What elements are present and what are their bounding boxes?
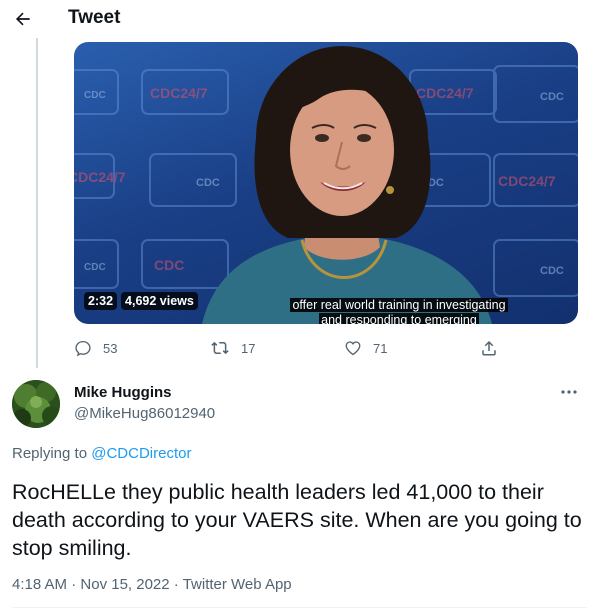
video-caption: offer real world training in investigati… [276, 298, 522, 324]
video-duration: 2:32 [84, 292, 118, 310]
reply-count: 53 [103, 340, 118, 356]
arrow-left-icon [15, 12, 30, 26]
share-button[interactable] [480, 337, 498, 359]
backdrop-logo-text: CDC24/7 [74, 169, 126, 185]
backdrop-logo-text: CDC24/7 [150, 85, 208, 101]
tweet-source[interactable]: Twitter Web App [183, 576, 292, 593]
meta-separator: · [71, 576, 77, 593]
meta-separator: · [173, 576, 179, 593]
backdrop-logo-text: CDC [154, 257, 184, 273]
retweet-count: 17 [241, 340, 256, 356]
reply-button[interactable]: 53 [74, 337, 117, 359]
tweet-text: RocHELLe they public health leaders led … [12, 480, 582, 560]
reply-icon [75, 340, 91, 357]
replying-to-line: Replying to @CDCDirector [12, 445, 191, 462]
tweet-timestamp-line: 4:18 AM · Nov 15, 2022 · Twitter Web App [12, 576, 292, 593]
retweet-button[interactable]: 17 [210, 337, 255, 359]
like-count: 71 [373, 340, 388, 356]
more-options-button[interactable] [556, 382, 582, 402]
avatar-image [12, 380, 60, 428]
caption-line-1: offer real world training in investigati… [290, 298, 508, 312]
backdrop-logo-text: CDC [196, 177, 220, 189]
backdrop-logo-text: CDC [540, 91, 564, 103]
video-views: 4,692 views [121, 292, 198, 310]
tweet-time[interactable]: 4:18 AM [12, 576, 67, 593]
backdrop-logo-text: CDC24/7 [416, 85, 474, 101]
author-name[interactable]: Mike Huggins [74, 384, 172, 401]
backdrop-logo-text: CDC [84, 262, 106, 273]
avatar[interactable] [12, 380, 60, 428]
retweet-icon [211, 341, 229, 355]
replying-to-link[interactable]: @CDCDirector [91, 445, 191, 462]
top-header: Tweet [0, 0, 602, 38]
video-frame: CDC CDC24/7 CDC24/7 CDC CDC CDC CDC24/7 … [74, 46, 578, 324]
tweet-date[interactable]: Nov 15, 2022 [80, 576, 169, 593]
share-icon [482, 340, 496, 356]
video-meta: 2:32 4,692 views [84, 292, 198, 310]
backdrop-logo-text: CDC24/7 [498, 173, 556, 189]
back-button[interactable] [8, 4, 38, 34]
page-title: Tweet [68, 7, 121, 28]
caption-line-2: and responding to emerging [319, 313, 479, 324]
backdrop-logo-text: CDC [84, 90, 106, 101]
replying-to-label: Replying to [12, 445, 88, 462]
more-dots-icon [561, 390, 577, 394]
backdrop-logo-text: CDC [540, 265, 564, 277]
tweet-action-bar: 53 17 71 [74, 337, 504, 359]
video-player[interactable]: CDC CDC24/7 CDC24/7 CDC CDC CDC CDC24/7 … [74, 42, 578, 324]
thread-connector-line [36, 38, 38, 368]
heart-icon [345, 341, 361, 356]
like-button[interactable]: 71 [344, 337, 387, 359]
divider [12, 607, 587, 608]
author-handle[interactable]: @MikeHug86012940 [74, 405, 215, 422]
